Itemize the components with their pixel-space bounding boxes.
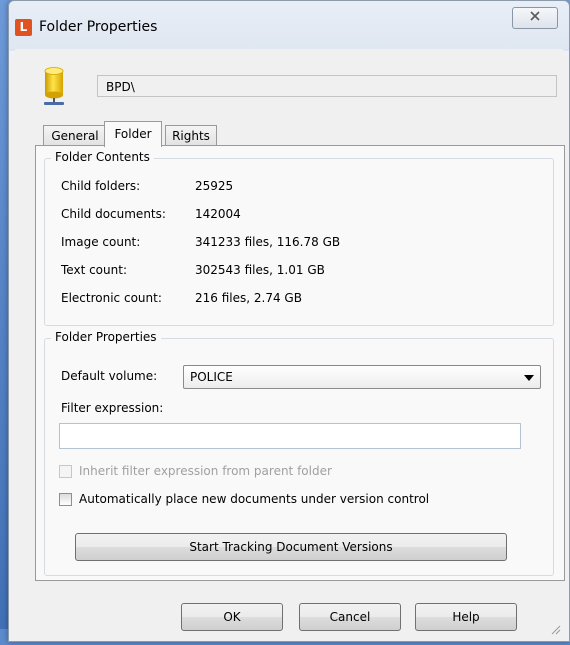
default-volume-value: POLICE — [190, 370, 233, 384]
child-folders-value: 25925 — [195, 179, 234, 193]
child-documents-label: Child documents: — [61, 207, 166, 221]
text-count-value: 302543 files, 1.01 GB — [195, 263, 325, 277]
filter-expression-label: Filter expression: — [61, 401, 164, 415]
folder-tab-panel: Folder Contents Child folders: 25925 Chi… — [35, 145, 565, 581]
folder-properties-legend: Folder Properties — [51, 330, 161, 344]
auto-version-checkbox[interactable] — [59, 493, 72, 506]
child-folders-label: Child folders: — [61, 179, 141, 193]
app-logo-icon: L — [15, 19, 32, 36]
image-count-label: Image count: — [61, 235, 141, 249]
filter-expression-input[interactable] — [59, 423, 521, 449]
inherit-filter-label: Inherit filter expression from parent fo… — [79, 464, 332, 478]
close-icon — [529, 10, 541, 25]
ok-button[interactable]: OK — [181, 603, 283, 631]
start-tracking-versions-button[interactable]: Start Tracking Document Versions — [75, 533, 507, 561]
close-button[interactable] — [512, 7, 558, 29]
folder-path-field: BPD\ — [97, 75, 557, 97]
default-volume-label: Default volume: — [61, 369, 158, 383]
auto-version-label: Automatically place new documents under … — [79, 492, 430, 506]
text-count-label: Text count: — [61, 263, 127, 277]
database-icon — [41, 67, 67, 107]
folder-contents-group: Folder Contents Child folders: 25925 Chi… — [44, 150, 554, 326]
dialog-title: Folder Properties — [39, 19, 158, 35]
dialog-client-area: BPD\ General Folder Rights Folder Conten… — [15, 49, 565, 637]
folder-contents-legend: Folder Contents — [51, 150, 154, 164]
cancel-button[interactable]: Cancel — [299, 603, 401, 631]
electronic-count-label: Electronic count: — [61, 291, 162, 305]
child-documents-value: 142004 — [195, 207, 241, 221]
chevron-down-icon — [524, 375, 534, 381]
tab-rights[interactable]: Rights — [165, 125, 217, 146]
folder-properties-group: Folder Properties Default volume: POLICE… — [44, 330, 554, 576]
inherit-filter-checkbox[interactable] — [59, 465, 72, 478]
image-count-value: 341233 files, 116.78 GB — [195, 235, 341, 249]
help-button[interactable]: Help — [415, 603, 517, 631]
title-bar[interactable]: L Folder Properties — [9, 1, 569, 49]
resize-grip-icon[interactable] — [549, 623, 561, 635]
tab-general[interactable]: General — [43, 125, 107, 146]
folder-properties-dialog: L Folder Properties BPD\ General Folder … — [8, 0, 570, 642]
electronic-count-value: 216 files, 2.74 GB — [195, 291, 302, 305]
default-volume-dropdown[interactable]: POLICE — [183, 365, 541, 389]
tab-folder[interactable]: Folder — [104, 121, 162, 147]
